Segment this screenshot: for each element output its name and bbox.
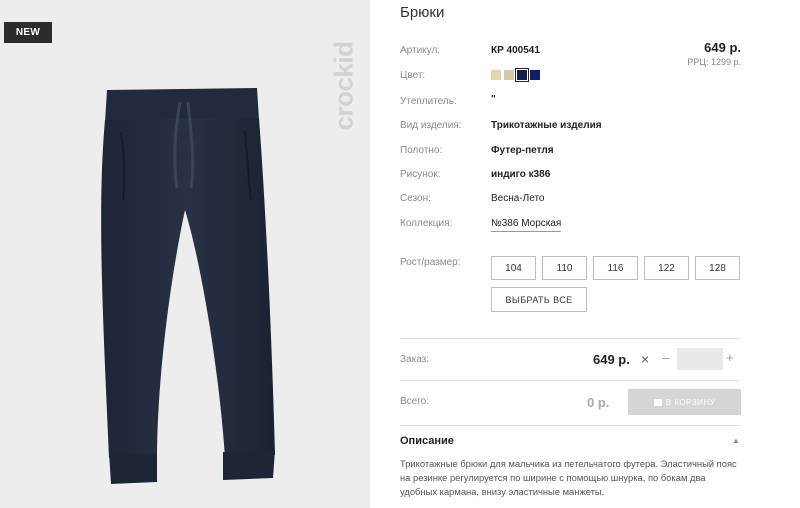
description-title[interactable]: Описание: [400, 435, 454, 447]
color-swatch-selected[interactable]: [515, 68, 529, 82]
add-to-cart-label: В КОРЗИНУ: [665, 397, 716, 407]
description-text: Трикотажные брюки для мальчика из петель…: [400, 458, 737, 497]
add-to-cart-button[interactable]: В КОРЗИНУ: [628, 389, 741, 415]
article-value: КР 400541: [491, 45, 540, 56]
article-label: Артикул:: [400, 45, 441, 56]
quantity-input[interactable]: [677, 348, 723, 370]
pants-illustration: [101, 88, 275, 484]
fabric-value: Футер-петля: [491, 145, 554, 156]
size-button-122[interactable]: 122: [644, 256, 689, 280]
color-swatch[interactable]: [530, 70, 540, 80]
color-swatches: [491, 68, 540, 82]
times-icon: ×: [641, 351, 650, 367]
insulation-label: Утеплитель:: [400, 96, 457, 107]
decrease-quantity-button[interactable]: –: [662, 350, 669, 365]
divider: [400, 425, 740, 426]
size-button-104[interactable]: 104: [491, 256, 536, 280]
size-label: Рост/размер:: [400, 257, 461, 268]
new-badge: NEW: [4, 22, 52, 43]
color-swatch[interactable]: [504, 70, 514, 80]
divider: [400, 380, 740, 381]
size-button-128[interactable]: 128: [695, 256, 740, 280]
divider: [400, 338, 740, 339]
product-price: 649 р.: [704, 40, 741, 55]
pattern-value: индиго к386: [491, 169, 551, 180]
total-label: Всего:: [400, 396, 429, 407]
select-all-button[interactable]: ВЫБРАТЬ ВСЕ: [491, 287, 587, 312]
pattern-label: Рисунок:: [400, 169, 441, 180]
product-info: Брюки 649 р. РРЦ: 1299 р. Артикул: КР 40…: [370, 0, 800, 508]
collection-label: Коллекция:: [400, 218, 453, 229]
size-options: 104 110 116 122 128: [491, 256, 740, 280]
size-button-110[interactable]: 110: [542, 256, 587, 280]
caret-up-icon[interactable]: ▲: [732, 436, 740, 445]
insulation-value: ": [491, 94, 496, 105]
type-value: Трикотажные изделия: [491, 120, 602, 131]
product-title: Брюки: [400, 4, 445, 21]
brand-watermark: crockid: [324, 16, 364, 156]
season-value: Весна-Лето: [491, 193, 545, 204]
type-label: Вид изделия:: [400, 120, 462, 131]
fabric-label: Полотно:: [400, 145, 443, 156]
total-value: 0 р.: [587, 395, 610, 410]
order-label: Заказ:: [400, 354, 430, 365]
recommended-price: РРЦ: 1299 р.: [687, 57, 741, 67]
shopping-bag-icon: [653, 398, 662, 406]
color-swatch[interactable]: [491, 70, 501, 80]
collection-link[interactable]: №386 Морская: [491, 218, 562, 232]
order-price: 649 р.: [593, 352, 630, 367]
size-button-116[interactable]: 116: [593, 256, 638, 280]
increase-quantity-button[interactable]: +: [726, 350, 734, 365]
brand-watermark-text: crockid: [328, 41, 359, 131]
color-label: Цвет:: [400, 70, 426, 81]
product-image[interactable]: NEW crockid: [0, 0, 370, 508]
season-label: Сезон:: [400, 193, 431, 204]
